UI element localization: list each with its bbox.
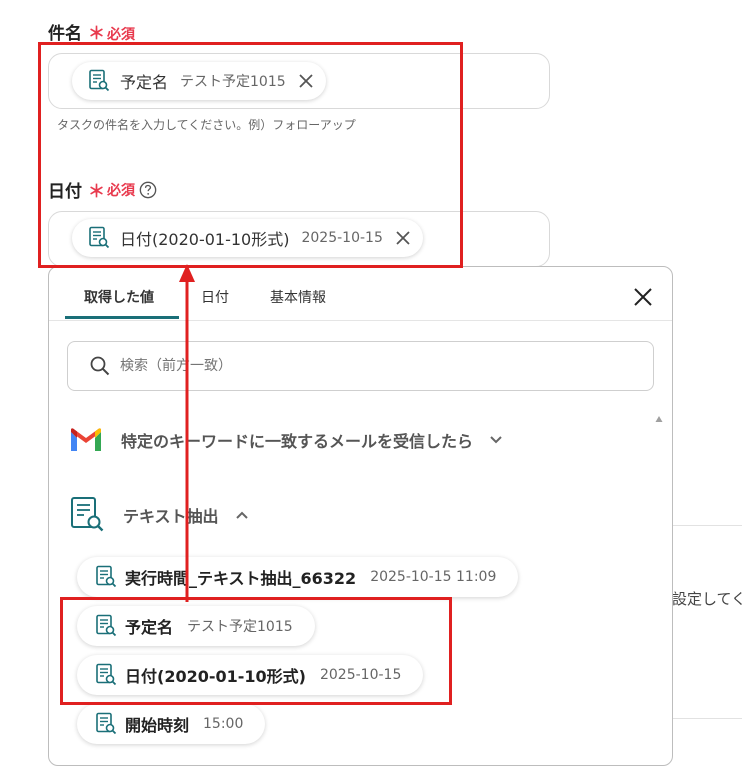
active-tab-indicator: [65, 316, 179, 319]
tab-date[interactable]: 日付: [201, 287, 229, 307]
value-chip-start-time[interactable]: 開始時刻 15:00: [77, 704, 266, 744]
background-text: 設定してく: [672, 590, 742, 608]
highlight-box-form: [38, 42, 463, 268]
search-box[interactable]: [67, 341, 654, 391]
value-text: 2025-10-15 11:09: [370, 569, 497, 585]
tab-divider: [49, 320, 672, 321]
section-text-extract[interactable]: テキスト抽出: [69, 496, 249, 534]
tab-acquired-values[interactable]: 取得した値: [84, 287, 154, 307]
value-label: 実行時間_テキスト抽出_66322: [125, 569, 357, 588]
scrollbar[interactable]: [655, 415, 663, 765]
required-star: ＊: [88, 24, 105, 44]
chevron-up-icon: [235, 511, 248, 519]
section-gmail-trigger[interactable]: 特定のキーワードに一致するメールを受信したら: [69, 427, 503, 453]
section-title: 特定のキーワードに一致するメールを受信したら: [121, 432, 474, 451]
section-title: テキスト抽出: [123, 507, 219, 526]
subject-label-row: 件名 ＊必須: [48, 19, 135, 44]
tab-basic-info[interactable]: 基本情報: [270, 287, 326, 307]
value-text: 15:00: [203, 716, 244, 732]
arrow-up-icon: [179, 264, 195, 602]
subject-label: 件名: [48, 24, 82, 44]
value-label: 開始時刻: [125, 716, 190, 735]
divider: [672, 718, 742, 719]
scroll-up-icon[interactable]: [655, 415, 663, 423]
text-extract-icon: [96, 712, 117, 735]
divider: [672, 525, 742, 526]
search-icon: [90, 356, 110, 376]
chevron-down-icon: [490, 436, 502, 444]
close-icon[interactable]: [633, 287, 653, 307]
highlight-box-values: [60, 597, 452, 705]
required-text: 必須: [107, 27, 135, 43]
text-extract-icon: [71, 497, 104, 532]
value-chip-exec-time[interactable]: 実行時間_テキスト抽出_66322 2025-10-15 11:09: [77, 557, 519, 597]
text-extract-icon: [96, 565, 117, 588]
gmail-icon: [71, 428, 101, 451]
